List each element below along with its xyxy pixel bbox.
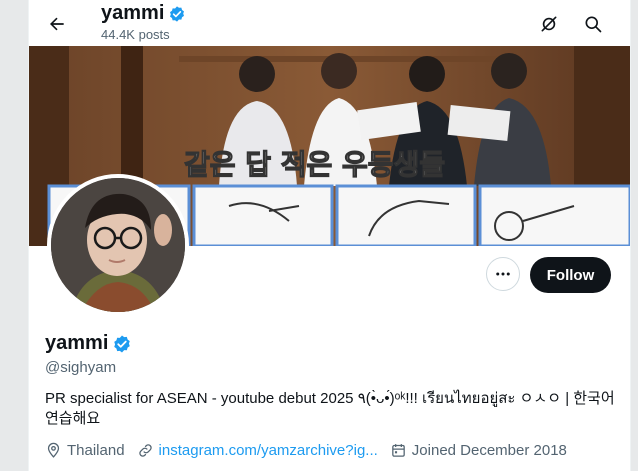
header-title: yammi xyxy=(101,2,186,25)
profile-handle: @sighyam xyxy=(45,359,117,376)
header-post-count: 44.4K posts xyxy=(101,27,170,42)
more-options-button[interactable] xyxy=(486,257,520,291)
location-text: Thailand xyxy=(67,442,125,459)
search-button[interactable] xyxy=(577,8,609,40)
website-link[interactable]: instagram.com/yamzarchive?ig... xyxy=(159,442,378,459)
calendar-icon xyxy=(391,444,405,457)
joined-text: Joined December 2018 xyxy=(411,442,567,459)
profile-avatar[interactable] xyxy=(47,174,189,316)
profile-page: yammi 44.4K posts 같은 답 적은 우등생들 Follow ya… xyxy=(28,0,631,471)
search-icon xyxy=(585,16,602,33)
joined-item: Joined December 2018 xyxy=(390,442,567,459)
back-arrow-icon xyxy=(50,17,64,31)
more-icon xyxy=(496,272,510,276)
back-button[interactable] xyxy=(41,8,73,40)
location-item: Thailand xyxy=(45,442,125,459)
follow-button[interactable]: Follow xyxy=(530,257,611,293)
profile-name-row: yammi xyxy=(45,332,132,355)
profile-meta: Thailand instagram.com/yamzarchive?ig...… xyxy=(45,442,579,459)
header-name: yammi xyxy=(101,2,165,24)
profile-name: yammi xyxy=(45,332,109,354)
hide-icon xyxy=(541,16,557,32)
website-item[interactable]: instagram.com/yamzarchive?ig... xyxy=(137,442,378,459)
top-bar: yammi 44.4K posts xyxy=(29,0,630,46)
verified-badge-icon xyxy=(170,5,185,22)
banner-caption: 같은 답 적은 우등생들 xyxy=(184,148,445,181)
avatar-photo xyxy=(51,178,185,312)
link-icon xyxy=(138,444,152,457)
verified-badge-icon[interactable] xyxy=(112,334,132,354)
location-icon xyxy=(47,442,60,458)
hide-button[interactable] xyxy=(533,8,565,40)
profile-bio: PR specialist for ASEAN - youtube debut … xyxy=(45,390,615,427)
